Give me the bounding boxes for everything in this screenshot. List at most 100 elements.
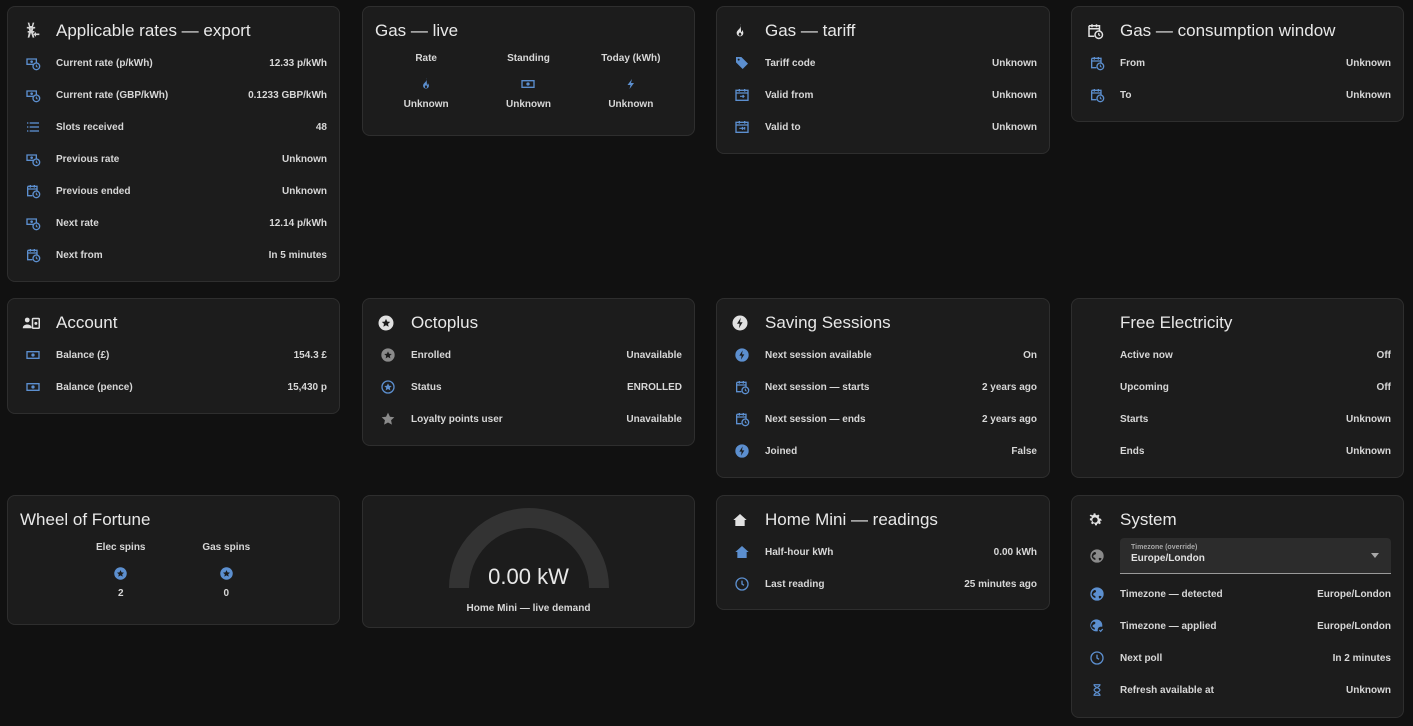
row-value: Unknown [1346,413,1391,425]
glance-item-standing[interactable]: Standing Unknown [477,53,579,113]
row-label: Loyalty points user [411,413,503,425]
entity-row-loyalty-points-user[interactable]: Loyalty points user Unavailable [363,403,694,435]
entity-row-next-rate[interactable]: Next rate 12.14 p/kWh [8,207,339,239]
entity-row-enrolled[interactable]: Enrolled Unavailable [363,339,694,371]
globe-check-icon [1088,617,1106,635]
row-value: 15,430 p [287,381,327,393]
calendar-clock-icon [733,410,751,428]
entity-row-half-hour-kwh[interactable]: Half-hour kWh 0.00 kWh [717,536,1049,568]
card-title: Saving Sessions [765,313,891,332]
entity-row-next-from[interactable]: Next from In 5 minutes [8,239,339,271]
entity-row-last-reading[interactable]: Last reading 25 minutes ago [717,568,1049,600]
row-label: Balance (pence) [56,381,133,393]
entity-row-next-session-starts[interactable]: Next session — starts 2 years ago [717,371,1049,403]
cash-clock-icon [24,214,42,232]
entity-row-active-now[interactable]: Active now Off [1072,339,1403,371]
entity-row-next-poll[interactable]: Next poll In 2 minutes [1072,642,1403,674]
glance-item-gas-spins[interactable]: Gas spins 0 [174,542,280,602]
entity-row-valid-to[interactable]: Valid to Unknown [717,111,1049,143]
blank-icon [1088,442,1106,460]
row-label: Timezone — detected [1120,588,1223,600]
cash-clock-icon [24,150,42,168]
glance-item-today[interactable]: Today (kWh) Unknown [580,53,682,113]
glance-name: Today (kWh) [601,53,661,64]
entity-row-timezone-detected[interactable]: Timezone — detected Europe/London [1072,578,1403,610]
card-title: Wheel of Fortune [20,510,151,529]
entity-row-previous-rate[interactable]: Previous rate Unknown [8,143,339,175]
card-title: Applicable rates — export [56,21,251,40]
entity-row-valid-from[interactable]: Valid from Unknown [717,79,1049,111]
entity-row-balance-gbp[interactable]: Balance (£) 154.3 £ [8,339,339,371]
row-value: Unknown [1346,684,1391,696]
blank-icon [1088,378,1106,396]
gauge-value: 0.00 kW [488,564,569,589]
entity-row-slots-received[interactable]: Slots received 48 [8,111,339,143]
cash-icon [24,346,42,364]
transmission-tower-export-icon [20,20,42,42]
glance-name: Rate [415,53,437,64]
row-label: Previous rate [56,153,120,165]
entity-row-balance-pence[interactable]: Balance (pence) 15,430 p [8,371,339,403]
live-demand-gauge-card[interactable]: 0.00 kW Home Mini — live demand [362,495,695,628]
row-value: 2 years ago [981,381,1037,393]
entity-row-from[interactable]: From Unknown [1072,47,1403,79]
row-label: Next session available [765,349,872,361]
entity-row-next-session-available[interactable]: Next session available On [717,339,1049,371]
entity-row-next-session-ends[interactable]: Next session — ends 2 years ago [717,403,1049,435]
entity-row-to[interactable]: To Unknown [1072,79,1403,111]
entity-row-timezone-applied[interactable]: Timezone — applied Europe/London [1072,610,1403,642]
entity-row-previous-ended[interactable]: Previous ended Unknown [8,175,339,207]
row-value: 0.00 kWh [993,546,1037,558]
glance-name: Gas spins [202,542,251,553]
row-label: Joined [765,445,798,457]
row-label: Starts [1120,413,1149,425]
row-value: 12.33 p/kWh [269,57,327,69]
globe-icon [1088,547,1106,565]
gas-live-card: Gas — live Rate Unknown Standing Unknown… [362,6,695,136]
glance-value: 2 [117,588,124,599]
row-label: Next rate [56,217,99,229]
row-label: From [1120,57,1145,69]
entity-row-refresh-available-at[interactable]: Refresh available at Unknown [1072,674,1403,706]
entity-row-tariff-code[interactable]: Tariff code Unknown [717,47,1049,79]
glance-name: Standing [507,53,550,64]
blank-icon [1088,346,1106,364]
calendar-clock-icon [1084,20,1106,42]
card-header: Home Mini — readings [729,508,1037,532]
timezone-override-row: Timezone (override) Europe/London [1072,536,1403,576]
row-value: Unknown [282,185,327,197]
export-rates-card: Applicable rates — export Current rate (… [7,6,340,282]
row-label: To [1120,89,1132,101]
entity-row-status[interactable]: Status ENROLLED [363,371,694,403]
card-title: Gas — consumption window [1120,21,1336,40]
row-label: Upcoming [1120,381,1169,393]
card-header: Gas — live [375,19,682,43]
glance-value: 0 [223,588,230,599]
row-value: ENROLLED [627,381,682,393]
glance-value: Unknown [608,99,654,110]
gauge-name: Home Mini — live demand [466,603,591,614]
star-circle-icon [375,312,397,334]
row-value: Unknown [1346,57,1391,69]
row-label: Next session — starts [765,381,870,393]
lightning-icon [625,73,637,95]
entity-row-starts[interactable]: Starts Unknown [1072,403,1403,435]
gear-icon [1084,509,1106,531]
row-label: Balance (£) [56,349,110,361]
account-card: Account Balance (£) 154.3 £ Balance (pen… [7,298,340,414]
entity-row-current-rate-gbp[interactable]: Current rate (GBP/kWh) 0.1233 GBP/kWh [8,79,339,111]
system-card: System Timezone (override) Europe/London… [1071,495,1404,718]
row-value: Unknown [1346,445,1391,457]
timezone-select[interactable]: Timezone (override) Europe/London [1120,538,1391,574]
entity-row-ends[interactable]: Ends Unknown [1072,435,1403,467]
cash-icon [24,378,42,396]
entity-row-current-rate-p[interactable]: Current rate (p/kWh) 12.33 p/kWh [8,47,339,79]
cash-clock-icon [24,54,42,72]
glance-item-elec-spins[interactable]: Elec spins 2 [68,542,174,602]
entity-row-joined[interactable]: Joined False [717,435,1049,467]
entity-row-upcoming[interactable]: Upcoming Off [1072,371,1403,403]
free-electricity-card: Free Electricity Active now Off Upcoming… [1071,298,1404,478]
card-header: Gas — tariff [729,19,1037,43]
glance-item-rate[interactable]: Rate Unknown [375,53,477,113]
row-value: Unavailable [626,349,682,361]
